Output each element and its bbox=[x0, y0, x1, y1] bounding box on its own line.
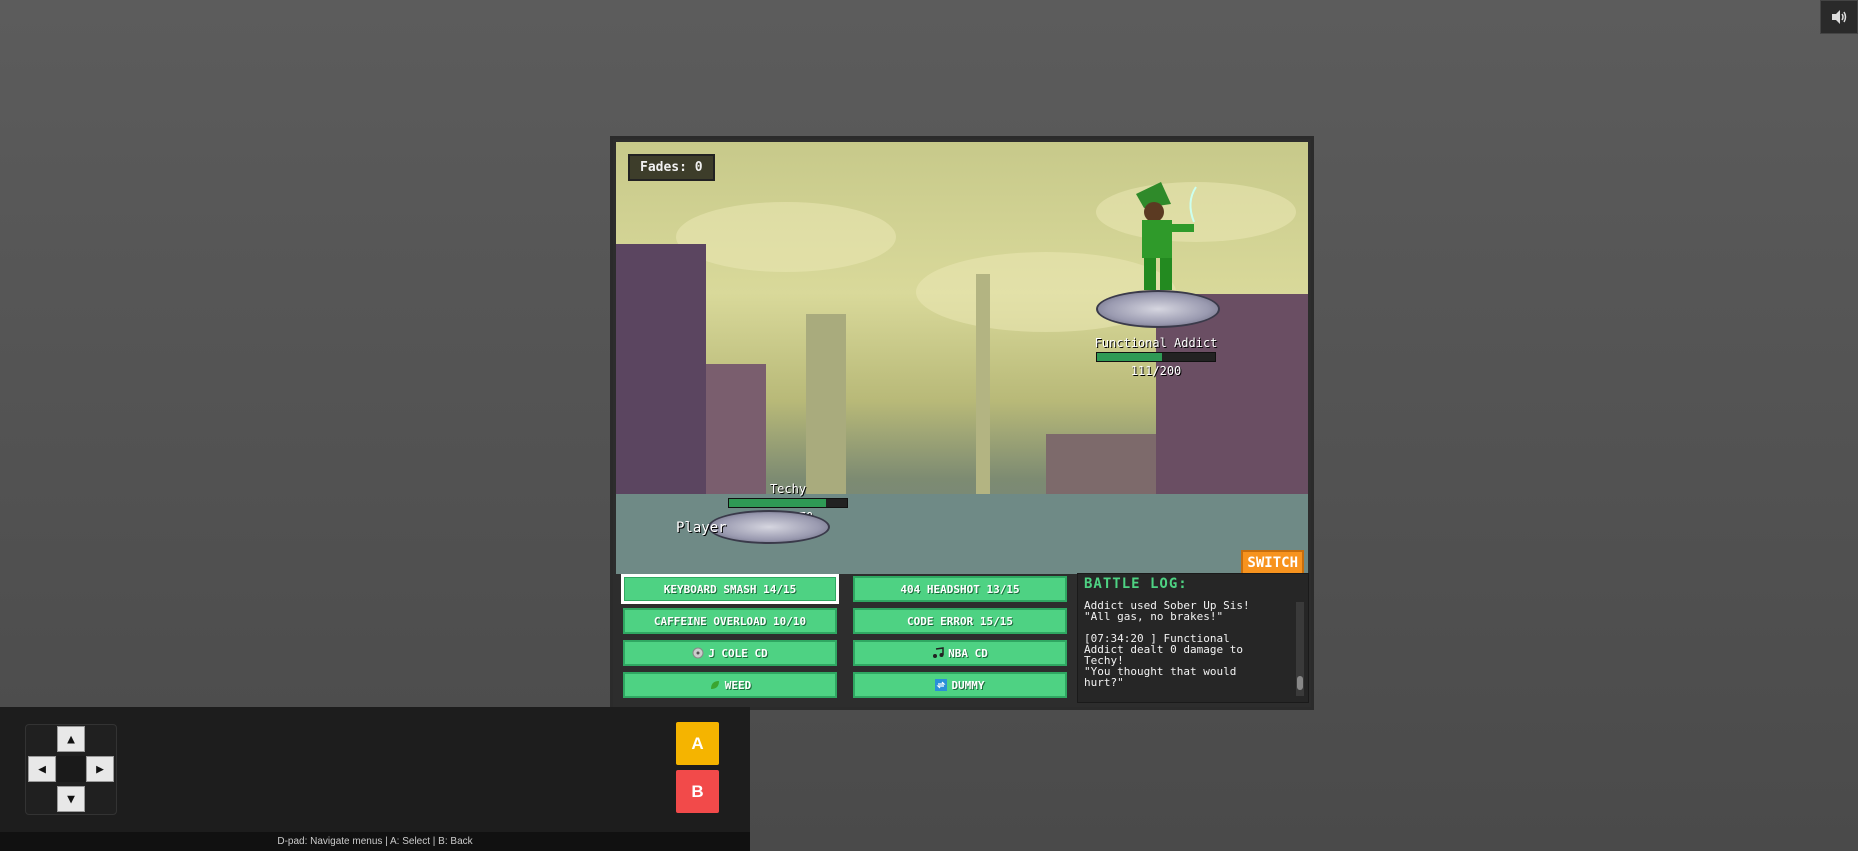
move-button-5[interactable]: J COLE CD bbox=[623, 640, 837, 666]
switch-button[interactable]: SWITCH bbox=[1241, 550, 1304, 574]
enemy-hp-bar bbox=[1096, 352, 1216, 362]
controls-hint: D-pad: Navigate menus | A: Select | B: B… bbox=[0, 832, 750, 851]
move-label: CAFFEINE OVERLOAD 10/10 bbox=[653, 614, 807, 628]
move-menu: KEYBOARD SMASH 14/15 404 HEADSHOT 13/15 CA… bbox=[621, 574, 1083, 702]
enemy-name: Functional Addict bbox=[1094, 336, 1218, 350]
move-label: CODE ERROR 15/15 bbox=[907, 614, 1013, 628]
enemy-status: Functional Addict 111/200 bbox=[1071, 336, 1241, 378]
speaker-icon bbox=[1832, 10, 1847, 24]
fades-counter: Fades: 0 bbox=[628, 154, 715, 181]
player-hp-fill bbox=[729, 499, 826, 507]
battle-log: BATTLE LOG: Addict used Sober Up Sis! "A… bbox=[1077, 573, 1309, 703]
dpad-left-button[interactable]: ◀ bbox=[28, 756, 56, 782]
cloud bbox=[676, 202, 896, 272]
player-sprite-alt: Player bbox=[676, 520, 727, 536]
move-label: NBA CD bbox=[948, 646, 988, 660]
swap-icon bbox=[935, 679, 948, 691]
move-button-6[interactable]: NBA CD bbox=[853, 640, 1067, 666]
battle-log-scrollbar[interactable] bbox=[1296, 602, 1304, 696]
enemy-hp-text: 111/200 bbox=[1130, 364, 1182, 378]
virtual-controller: ▲ ◀ ▶ ▼ A B D-pad: Navigate menus | A: S… bbox=[0, 707, 750, 851]
leaf-icon bbox=[709, 679, 721, 691]
cd-icon bbox=[692, 647, 704, 659]
move-label: 404 HEADSHOT 13/15 bbox=[900, 582, 1020, 596]
move-label: WEED bbox=[724, 678, 752, 692]
move-button-8[interactable]: DUMMY bbox=[853, 672, 1067, 698]
dpad: ▲ ◀ ▶ ▼ bbox=[25, 724, 117, 815]
move-button-3[interactable]: CAFFEINE OVERLOAD 10/10 bbox=[623, 608, 837, 634]
dpad-center bbox=[57, 756, 85, 782]
dpad-up-button[interactable]: ▲ bbox=[57, 726, 85, 752]
dpad-down-button[interactable]: ▼ bbox=[57, 786, 85, 812]
music-note-icon bbox=[932, 647, 944, 659]
move-button-2[interactable]: 404 HEADSHOT 13/15 bbox=[853, 576, 1067, 602]
battle-scene: Fades: 0 Functional Addict 111/200 Techy… bbox=[616, 142, 1308, 574]
move-button-1[interactable]: KEYBOARD SMASH 14/15 bbox=[621, 574, 839, 604]
battle-log-title: BATTLE LOG: bbox=[1084, 576, 1188, 592]
battle-log-text: Addict used Sober Up Sis! "All gas, no b… bbox=[1084, 600, 1250, 689]
enemy-hp-fill bbox=[1097, 353, 1163, 361]
move-label: J COLE CD bbox=[708, 646, 768, 660]
move-label: DUMMY bbox=[951, 678, 985, 692]
move-button-4[interactable]: CODE ERROR 15/15 bbox=[853, 608, 1067, 634]
game-window: Fades: 0 Functional Addict 111/200 Techy… bbox=[610, 136, 1314, 710]
b-button[interactable]: B bbox=[676, 770, 719, 813]
enemy-sprite bbox=[1116, 182, 1206, 297]
sound-toggle-button[interactable] bbox=[1820, 0, 1858, 34]
scrollbar-thumb[interactable] bbox=[1297, 676, 1303, 690]
a-button[interactable]: A bbox=[676, 722, 719, 765]
move-label: KEYBOARD SMASH 14/15 bbox=[663, 582, 797, 596]
move-button-7[interactable]: WEED bbox=[623, 672, 837, 698]
player-hp-bar bbox=[728, 498, 848, 508]
player-name: Techy bbox=[769, 482, 807, 496]
dpad-right-button[interactable]: ▶ bbox=[86, 756, 114, 782]
